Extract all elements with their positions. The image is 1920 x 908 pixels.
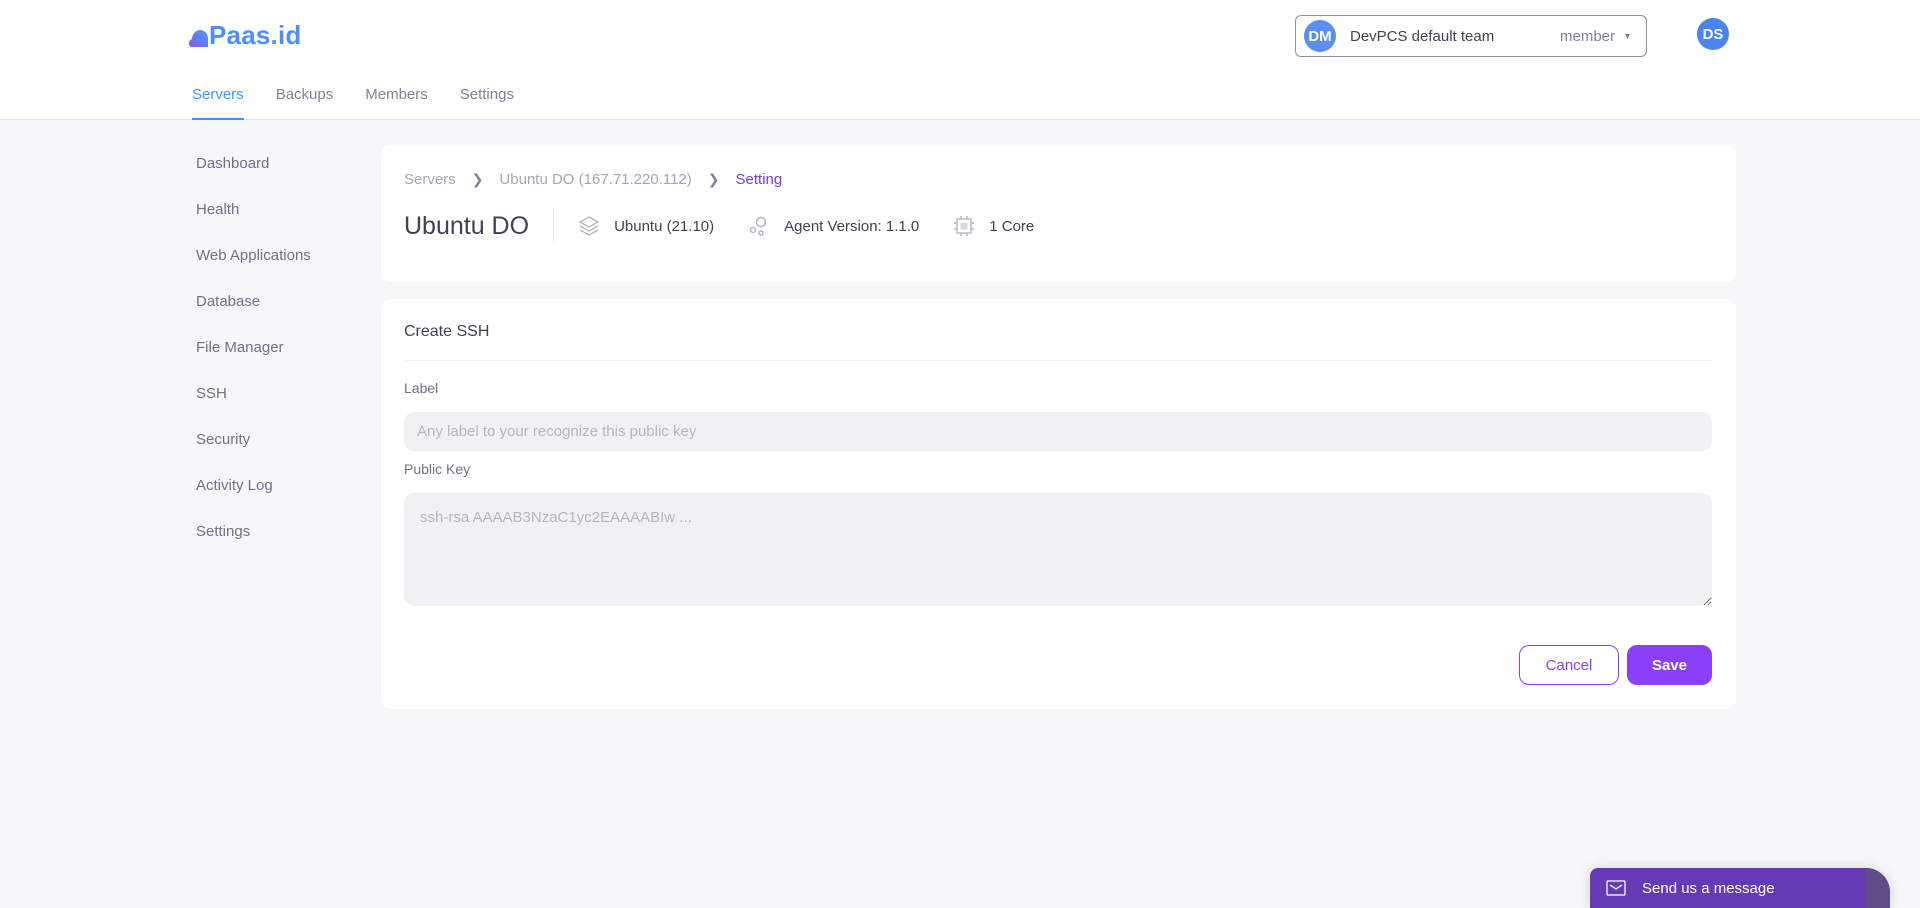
cpu-info: 1 Core <box>953 215 1034 237</box>
agent-info: Agent Version: 1.1.0 <box>748 215 919 237</box>
sidebar-item-health[interactable]: Health <box>196 198 311 244</box>
sidebar-item-file-manager[interactable]: File Manager <box>196 336 311 382</box>
chevron-down-icon: ▾ <box>1625 30 1631 42</box>
public-key-field-label: Public Key <box>404 461 471 477</box>
user-avatar[interactable]: DS <box>1697 18 1729 50</box>
main-nav: Servers Backups Members Settings <box>192 86 546 120</box>
sidebar-item-ssh[interactable]: SSH <box>196 382 311 428</box>
breadcrumb-server[interactable]: Ubuntu DO (167.71.220.112) <box>499 171 691 188</box>
sidebar-item-settings[interactable]: Settings <box>196 520 311 566</box>
save-button[interactable]: Save <box>1627 645 1712 685</box>
logo-text: Paas.id <box>209 20 302 50</box>
sidebar-item-web-applications[interactable]: Web Applications <box>196 244 311 290</box>
logo[interactable]: Paas.id <box>188 20 301 51</box>
sidebar-item-security[interactable]: Security <box>196 428 311 474</box>
cpu-cores: 1 Core <box>989 217 1035 235</box>
breadcrumb-servers[interactable]: Servers <box>404 171 456 188</box>
tab-members[interactable]: Members <box>365 86 428 120</box>
agent-version: Agent Version: 1.1.0 <box>784 217 920 235</box>
cancel-button[interactable]: Cancel <box>1519 645 1619 685</box>
chat-corner <box>1866 868 1890 908</box>
team-avatar: DM <box>1304 20 1336 52</box>
layers-icon <box>578 216 600 236</box>
tab-settings[interactable]: Settings <box>460 86 514 120</box>
form-title: Create SSH <box>404 323 490 340</box>
breadcrumb-current: Setting <box>735 171 783 188</box>
chat-label: Send us a message <box>1642 879 1775 897</box>
sidebar-item-database[interactable]: Database <box>196 290 311 336</box>
divider <box>404 360 1713 361</box>
team-name: DevPCS default team <box>1350 27 1495 45</box>
cpu-icon <box>954 216 975 236</box>
tab-backups[interactable]: Backups <box>276 86 334 120</box>
sidebar: Dashboard Health Web Applications Databa… <box>196 152 311 566</box>
server-header-card: Servers ❯ Ubuntu DO (167.71.220.112) ❯ S… <box>381 145 1736 282</box>
team-role: member <box>1559 27 1615 45</box>
server-info: Ubuntu DO Ubuntu (21.10) Agent Version: … <box>404 209 1068 243</box>
create-ssh-card: Create SSH Label Public Key Cancel Save <box>381 299 1736 709</box>
tab-servers[interactable]: Servers <box>192 86 244 120</box>
top-bar: Paas.id Servers Backups Members Settings… <box>0 0 1920 120</box>
team-selector[interactable]: DM DevPCS default team member ▾ <box>1295 15 1647 57</box>
cloud-logo-icon <box>189 29 208 47</box>
chevron-right-icon: ❯ <box>707 171 720 187</box>
label-field-label: Label <box>404 380 439 396</box>
agent-icon <box>749 216 767 236</box>
chat-widget[interactable]: Send us a message <box>1590 868 1890 908</box>
breadcrumb: Servers ❯ Ubuntu DO (167.71.220.112) ❯ S… <box>404 171 782 188</box>
sidebar-item-dashboard[interactable]: Dashboard <box>196 152 311 198</box>
public-key-textarea[interactable] <box>404 493 1712 606</box>
envelope-icon <box>1606 880 1626 896</box>
os-info: Ubuntu (21.10) <box>578 215 714 237</box>
os-version: Ubuntu (21.10) <box>614 217 715 235</box>
page-title: Ubuntu DO <box>404 211 530 240</box>
sidebar-item-activity-log[interactable]: Activity Log <box>196 474 311 520</box>
divider <box>553 210 555 242</box>
chevron-right-icon: ❯ <box>471 171 484 187</box>
label-input[interactable] <box>404 412 1712 451</box>
